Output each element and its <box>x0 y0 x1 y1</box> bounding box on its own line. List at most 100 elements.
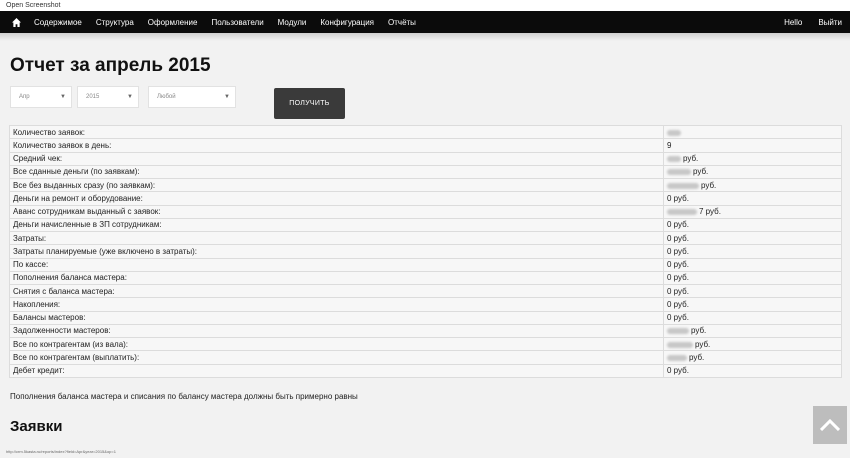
row-label: Снятия с баланса мастера: <box>9 283 664 299</box>
row-value: 0 руб. <box>667 273 689 283</box>
redacted-value <box>667 341 693 348</box>
table-row: Пополнения баланса мастера: 0 руб. <box>9 270 842 286</box>
row-label: Балансы мастеров: <box>9 310 664 325</box>
row-value: руб. <box>695 339 711 349</box>
table-row: Задолженности мастеров: руб. <box>9 323 842 339</box>
row-value: 0 руб. <box>667 260 689 270</box>
row-label: Затраты: <box>9 230 664 246</box>
table-row: Все сданные деньги (по заявкам): руб. <box>9 164 842 180</box>
nav-reports[interactable]: Отчёты <box>388 18 416 27</box>
row-value-cell: 0 руб. <box>663 230 842 246</box>
row-value: 0 руб. <box>667 299 689 309</box>
row-value-cell: 0 руб. <box>663 244 842 259</box>
row-label: Все по контрагентам (из вала): <box>9 336 664 352</box>
row-value-cell: руб. <box>663 323 842 339</box>
table-row: Снятия с баланса мастера: 0 руб. <box>9 283 842 299</box>
row-value: руб. <box>701 180 717 190</box>
status-bar: http://crm.5kasta.ru/reports/index?field… <box>0 444 850 458</box>
filter-select-value: Любой <box>157 94 176 100</box>
row-value-cell: 0 руб. <box>663 270 842 286</box>
row-value-cell: 0 руб. <box>663 217 842 233</box>
year-select-value: 2015 <box>86 94 100 100</box>
redacted-value <box>667 182 699 189</box>
nav-structure[interactable]: Структура <box>96 18 134 27</box>
row-value-cell: руб. <box>663 350 842 365</box>
status-url: http://crm.5kasta.ru/reports/index?field… <box>6 449 116 454</box>
nav-modules[interactable]: Модули <box>278 18 307 27</box>
nav-configuration[interactable]: Конфигурация <box>320 18 374 27</box>
row-value: 0 руб. <box>667 193 689 203</box>
row-label: Все сданные деньги (по заявкам): <box>9 164 664 180</box>
row-value-cell <box>663 124 842 140</box>
row-label: Дебет кредит: <box>9 363 664 378</box>
balance-note: Пополнения баланса мастера и списания по… <box>10 392 358 401</box>
os-title: Open Screenshot <box>6 2 61 9</box>
nav-logout[interactable]: Выйти <box>818 18 842 27</box>
nav-hello-user[interactable]: Hello <box>784 18 802 27</box>
row-label: Накопления: <box>9 297 664 312</box>
row-value-cell: руб. <box>663 164 842 180</box>
row-label: По кассе: <box>9 257 664 272</box>
redacted-value <box>667 156 681 163</box>
row-value-cell: руб. <box>663 177 842 193</box>
redacted-value <box>667 169 691 176</box>
table-row: По кассе: 0 руб. <box>9 257 842 272</box>
redacted-value <box>667 354 687 361</box>
table-row: Все по контрагентам (выплатить): руб. <box>9 350 842 365</box>
chevron-down-icon: ▼ <box>224 94 230 100</box>
nav-content[interactable]: Содержимое <box>34 18 82 27</box>
table-row: Количество заявок: <box>9 124 842 140</box>
row-label: Все по контрагентам (выплатить): <box>9 350 664 365</box>
row-value-cell: руб. <box>663 336 842 352</box>
row-value: 7 руб. <box>699 207 721 217</box>
row-value-cell: 0 руб. <box>663 283 842 299</box>
row-value-cell: 0 руб. <box>663 297 842 312</box>
month-select[interactable]: Апр ▼ <box>10 86 72 108</box>
row-value: 9 <box>667 140 672 150</box>
table-row: Количество заявок в день: 9 <box>9 138 842 153</box>
row-value-cell: 9 <box>663 138 842 153</box>
table-row: Средний чек: руб. <box>9 151 842 166</box>
row-label: Пополнения баланса мастера: <box>9 270 664 286</box>
os-title-bar: Open Screenshot <box>0 0 850 11</box>
row-label: Средний чек: <box>9 151 664 166</box>
year-select[interactable]: 2015 ▼ <box>77 86 139 108</box>
report-table: Количество заявок: Количество заявок в де… <box>9 124 842 378</box>
row-label: Все без выданных сразу (по заявкам): <box>9 177 664 193</box>
redacted-value <box>667 209 697 216</box>
section-title: Заявки <box>10 418 63 435</box>
table-row: Затраты: 0 руб. <box>9 230 842 246</box>
row-value: руб. <box>683 154 699 164</box>
row-value-cell: 0 руб. <box>663 257 842 272</box>
chevron-down-icon: ▼ <box>127 94 133 100</box>
home-icon[interactable] <box>12 17 21 27</box>
row-value-cell: руб. <box>663 151 842 166</box>
row-value: руб. <box>691 326 707 336</box>
navbar-shadow <box>0 33 850 41</box>
table-row: Все без выданных сразу (по заявкам): руб. <box>9 177 842 193</box>
table-row: Деньги на ремонт и оборудование: 0 руб. <box>9 191 842 206</box>
nav-users[interactable]: Пользователи <box>211 18 263 27</box>
row-label: Количество заявок в день: <box>9 138 664 153</box>
table-row: Балансы мастеров: 0 руб. <box>9 310 842 325</box>
table-row: Дебет кредит: 0 руб. <box>9 363 842 378</box>
get-report-button[interactable]: ПОЛУЧИТЬ <box>274 88 345 119</box>
scroll-to-top-button[interactable] <box>813 406 847 444</box>
row-value-cell: 0 руб. <box>663 363 842 378</box>
chevron-up-icon <box>820 419 840 431</box>
nav-appearance[interactable]: Оформление <box>148 18 198 27</box>
row-value: 0 руб. <box>667 233 689 243</box>
row-label: Задолженности мастеров: <box>9 323 664 339</box>
month-select-value: Апр <box>19 94 30 100</box>
row-value: 0 руб. <box>667 313 689 323</box>
row-value: 0 руб. <box>667 286 689 296</box>
row-value-cell: 0 руб. <box>663 310 842 325</box>
table-row: Деньги начисленные в ЗП сотрудникам: 0 ру… <box>9 217 842 233</box>
row-label: Затраты планируемые (уже включено в затр… <box>9 244 664 259</box>
filter-select[interactable]: Любой ▼ <box>148 86 236 108</box>
table-row: Накопления: 0 руб. <box>9 297 842 312</box>
row-value: руб. <box>689 352 705 362</box>
row-value-cell: 0 руб. <box>663 191 842 206</box>
row-value-cell: 7 руб. <box>663 204 842 219</box>
chevron-down-icon: ▼ <box>60 94 66 100</box>
